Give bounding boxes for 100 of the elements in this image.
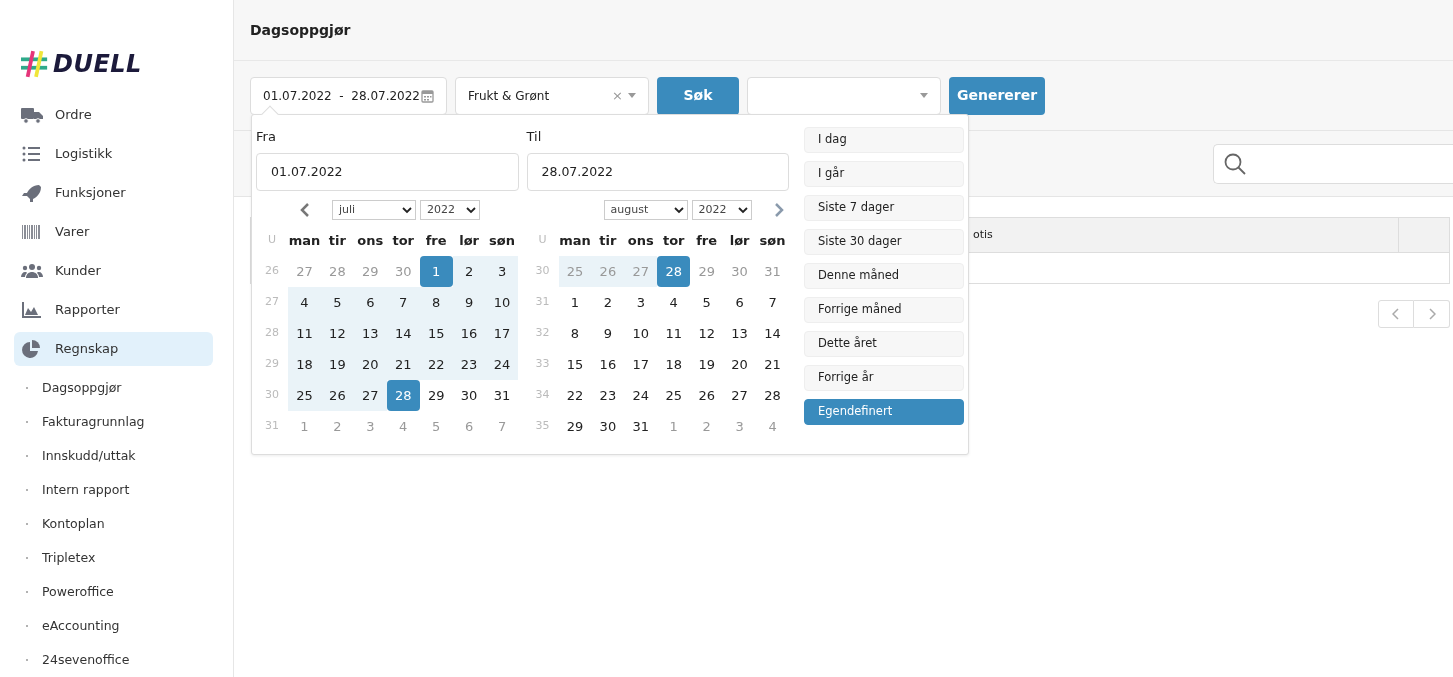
calendar-day[interactable]: 6: [353, 287, 387, 318]
calendar-day[interactable]: 13: [723, 318, 757, 349]
sidebar-item[interactable]: Rapporter: [14, 293, 213, 327]
sidebar-subitem[interactable]: Dagsoppgjør: [14, 371, 213, 405]
month-select[interactable]: august: [603, 200, 688, 220]
calendar-day[interactable]: 1: [558, 287, 592, 318]
calendar-day[interactable]: 1: [419, 256, 453, 287]
next-page-button[interactable]: [1414, 300, 1450, 328]
calendar-day[interactable]: 20: [353, 349, 387, 380]
calendar-day[interactable]: 4: [288, 287, 321, 318]
sidebar-item[interactable]: Regnskap: [14, 332, 213, 366]
calendar-day[interactable]: 12: [320, 318, 354, 349]
calendar-day[interactable]: 18: [657, 349, 691, 380]
sidebar-item[interactable]: Funksjoner: [14, 176, 213, 210]
generate-button[interactable]: Genererer: [949, 76, 1046, 115]
calendar-day[interactable]: 18: [288, 349, 321, 380]
sidebar-item[interactable]: Ordre: [14, 98, 213, 132]
calendar-day[interactable]: 28: [756, 380, 789, 411]
calendar-day[interactable]: 9: [591, 318, 625, 349]
calendar-day[interactable]: 25: [288, 380, 321, 411]
sidebar-item[interactable]: Kunder: [14, 254, 213, 288]
calendar-day[interactable]: 19: [690, 349, 724, 380]
preset-button[interactable]: I dag: [804, 127, 964, 153]
calendar-day[interactable]: 29: [558, 411, 592, 442]
calendar-day[interactable]: 22: [558, 380, 592, 411]
calendar-day[interactable]: 12: [690, 318, 724, 349]
calendar-day[interactable]: 16: [452, 318, 486, 349]
calendar-day[interactable]: 10: [624, 318, 658, 349]
calendar-day[interactable]: 27: [723, 380, 757, 411]
calendar-day[interactable]: 24: [624, 380, 658, 411]
date-range-field[interactable]: 01.07.2022 - 28.07.2022: [250, 76, 447, 115]
calendar-day[interactable]: 17: [485, 318, 519, 349]
preset-button[interactable]: Siste 7 dager: [804, 195, 964, 221]
calendar-day[interactable]: 8: [419, 287, 453, 318]
calendar-day[interactable]: 31: [485, 380, 519, 411]
calendar-day[interactable]: 15: [558, 349, 592, 380]
calendar-day[interactable]: 31: [624, 411, 658, 442]
calendar-day[interactable]: 8: [558, 318, 592, 349]
sidebar-subitem[interactable]: Intern rapport: [14, 473, 213, 507]
calendar-day[interactable]: 21: [386, 349, 420, 380]
calendar-day[interactable]: 5: [320, 287, 354, 318]
month-select[interactable]: juli: [332, 200, 416, 220]
year-select[interactable]: 2022: [691, 200, 752, 220]
calendar-day[interactable]: 29: [419, 380, 453, 411]
calendar-day[interactable]: 9: [452, 287, 486, 318]
calendar-day[interactable]: 23: [591, 380, 625, 411]
calendar-day[interactable]: 7: [756, 287, 789, 318]
calendar-day[interactable]: 13: [353, 318, 387, 349]
sidebar-subitem[interactable]: Kontoplan: [14, 507, 213, 541]
preset-button[interactable]: Egendefinert: [804, 399, 964, 425]
calendar-day[interactable]: 23: [452, 349, 486, 380]
calendar-day[interactable]: 19: [320, 349, 354, 380]
calendar-day[interactable]: 14: [386, 318, 420, 349]
preset-button[interactable]: Forrige måned: [804, 297, 964, 323]
from-date-field[interactable]: 01.07.2022: [256, 153, 519, 191]
calendar-day[interactable]: 26: [690, 380, 724, 411]
calendar-day[interactable]: 28: [386, 380, 420, 411]
calendar-day[interactable]: 26: [320, 380, 354, 411]
calendar-day[interactable]: 11: [657, 318, 691, 349]
previous-month-icon[interactable]: [300, 203, 310, 217]
calendar-day[interactable]: 10: [485, 287, 519, 318]
sidebar-subitem[interactable]: eAccounting: [14, 609, 213, 643]
sidebar-subitem[interactable]: Fakturagrunnlag: [14, 405, 213, 439]
calendar-day[interactable]: 28: [657, 256, 691, 287]
previous-page-button[interactable]: [1378, 300, 1414, 328]
preset-button[interactable]: Dette året: [804, 331, 964, 357]
search-field[interactable]: [1213, 143, 1453, 184]
preset-button[interactable]: Denne måned: [804, 263, 964, 289]
calendar-day[interactable]: 6: [723, 287, 757, 318]
department-select[interactable]: Frukt & Grønt ×: [455, 76, 649, 115]
year-select[interactable]: 2022: [420, 200, 480, 220]
calendar-day[interactable]: 27: [353, 380, 387, 411]
calendar-day[interactable]: 11: [288, 318, 321, 349]
sidebar-subitem[interactable]: Innskudd/uttak: [14, 439, 213, 473]
calendar-day[interactable]: 25: [657, 380, 691, 411]
sidebar-item[interactable]: Logistikk: [14, 137, 213, 171]
calendar-day[interactable]: 15: [419, 318, 453, 349]
calendar-day[interactable]: 22: [419, 349, 453, 380]
calendar-day[interactable]: 17: [624, 349, 658, 380]
calendar-day[interactable]: 3: [624, 287, 658, 318]
to-date-field[interactable]: 28.07.2022: [526, 153, 789, 191]
sidebar-subitem[interactable]: 24sevenoffice: [14, 643, 213, 677]
calendar-day[interactable]: 30: [591, 411, 625, 442]
search-button[interactable]: Søk: [657, 76, 739, 115]
calendar-day[interactable]: 14: [756, 318, 789, 349]
calendar-day[interactable]: 7: [386, 287, 420, 318]
calendar-day[interactable]: 3: [485, 256, 519, 287]
calendar-day[interactable]: 2: [452, 256, 486, 287]
calendar-day[interactable]: 24: [485, 349, 519, 380]
calendar-day[interactable]: 20: [723, 349, 757, 380]
sidebar-subitem[interactable]: Tripletex: [14, 541, 213, 575]
sidebar-subitem[interactable]: Poweroffice: [14, 575, 213, 609]
preset-button[interactable]: Siste 30 dager: [804, 229, 964, 255]
sidebar-item[interactable]: Varer: [14, 215, 213, 249]
preset-button[interactable]: Forrige år: [804, 365, 964, 391]
calendar-day[interactable]: 30: [452, 380, 486, 411]
calendar-day[interactable]: 4: [657, 287, 691, 318]
calendar-day[interactable]: 21: [756, 349, 789, 380]
preset-button[interactable]: I går: [804, 161, 964, 187]
empty-select[interactable]: [747, 76, 941, 115]
